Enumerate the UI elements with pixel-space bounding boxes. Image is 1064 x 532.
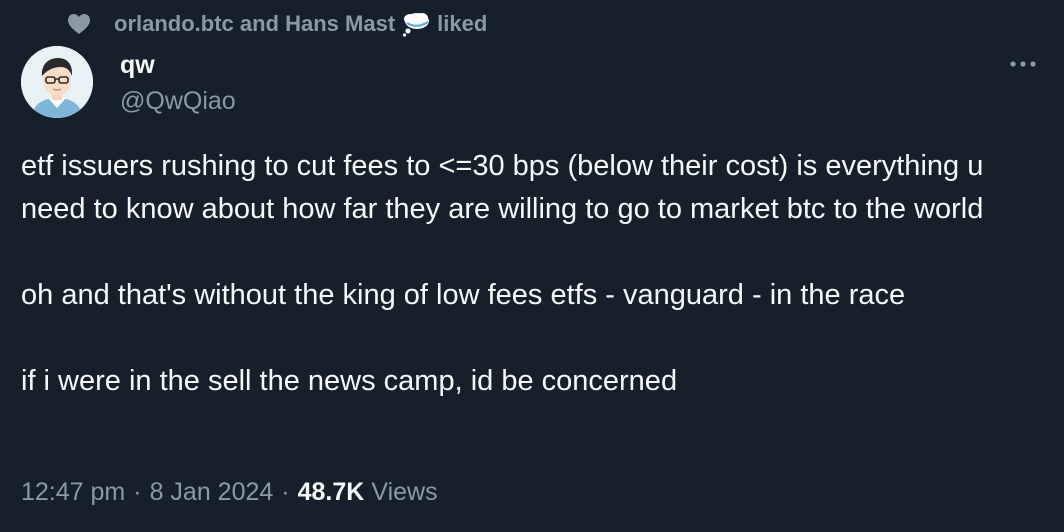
author-name[interactable]: qw xyxy=(120,50,155,80)
tweet-paragraph: oh and that's without the king of low fe… xyxy=(21,279,906,311)
meta-separator: · xyxy=(281,478,290,506)
social-context-action: liked xyxy=(437,11,488,36)
tweet-paragraph: if i were in the sell the news camp, id … xyxy=(21,365,678,397)
meta-separator: · xyxy=(133,478,142,506)
author-handle[interactable]: @QwQiao xyxy=(120,86,236,116)
tweet-text: etf issuers rushing to cut fees to <=30 … xyxy=(21,145,1051,403)
tweet-date[interactable]: 8 Jan 2024 xyxy=(150,474,274,510)
tweet-card: orlando.btc and Hans Mast liked qw @QwQi… xyxy=(0,0,1064,532)
liked-by-users-link[interactable]: orlando.btc and Hans Mast xyxy=(114,11,395,37)
tweet-paragraph: etf issuers rushing to cut fees to <=30 … xyxy=(21,150,984,225)
avatar[interactable] xyxy=(21,46,93,118)
tweet-meta: 12:47 pm · 8 Jan 2024 · 48.7K Views xyxy=(21,474,438,510)
social-context: orlando.btc and Hans Mast liked xyxy=(64,8,487,40)
heart-icon xyxy=(64,9,94,39)
views-label[interactable]: Views xyxy=(371,474,437,510)
tweet-timestamp[interactable]: 12:47 pm xyxy=(21,474,125,510)
more-options-icon[interactable] xyxy=(1003,50,1043,78)
views-count[interactable]: 48.7K xyxy=(298,474,365,510)
thought-cloud-icon xyxy=(401,11,431,37)
